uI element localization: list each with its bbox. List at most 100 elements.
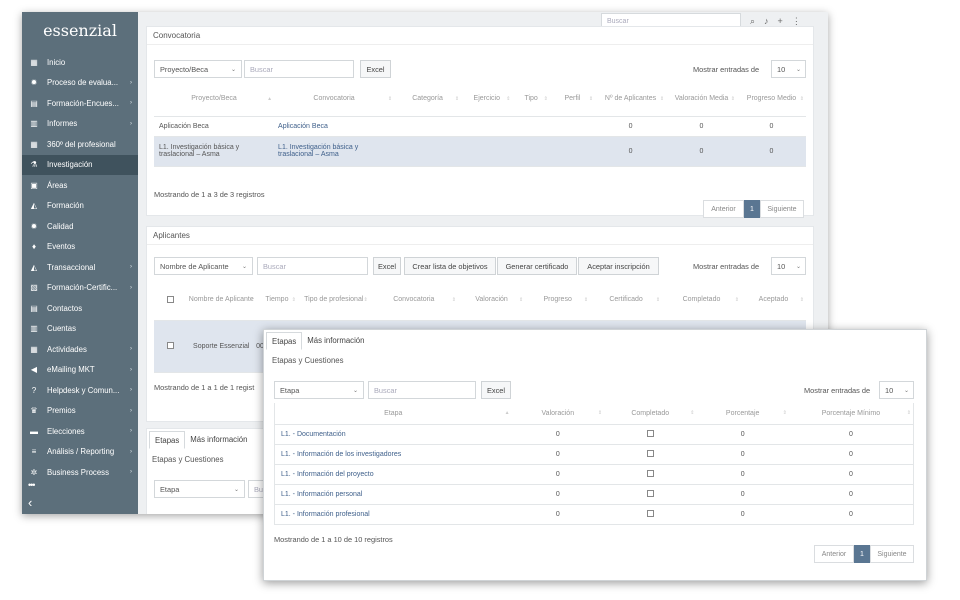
table-row[interactable]: L1. - Documentación 0 0 0 — [274, 424, 914, 445]
sidebar-item-investigacion[interactable]: ⚗ Investigación — [22, 154, 138, 175]
tab-etapas[interactable]: Etapas — [149, 431, 186, 449]
column-header-aceptado[interactable]: Aceptado ⇕ — [740, 280, 806, 321]
column-header-tipo-de-profesional[interactable]: Tipo de profesional ⇕ — [297, 280, 370, 321]
convocatoria-search-input[interactable]: Buscar — [244, 60, 354, 78]
sidebar-item-label: Análisis / Reporting — [47, 447, 115, 457]
sidebar-item-calidad[interactable]: ✹ Calidad — [22, 216, 138, 237]
sidebar-item-elecciones[interactable]: ▬ Elecciones › — [22, 421, 138, 442]
next-page-button[interactable]: Siguiente — [760, 200, 804, 218]
sidebar-item-eventos[interactable]: ♦ Eventos — [22, 237, 138, 258]
column-header-progreso-medio[interactable]: Progreso Medio ⇕ — [737, 82, 806, 117]
select-all-checkbox[interactable] — [166, 296, 174, 304]
convocatoria-entries-select[interactable]: 10 ⌄ — [771, 60, 806, 78]
next-page-button[interactable]: Siguiente — [870, 545, 914, 563]
etapas-filter-select[interactable]: Etapa ⌄ — [274, 381, 364, 399]
column-header-valoracion[interactable]: Valoración ⇕ — [511, 403, 605, 425]
sidebar-item-formacion-certific[interactable]: ▧ Formación-Certific... › — [22, 278, 138, 299]
column-header-completado[interactable]: Completado ⇕ — [604, 403, 697, 425]
sidebar-item-actividades[interactable]: ▦ Actividades › — [22, 339, 138, 360]
table-row[interactable]: L1. - Información profesional 0 0 0 — [274, 504, 914, 525]
cell-valoracion: 0 — [511, 504, 605, 525]
cell-convocatoria-link[interactable]: Aplicación Beca — [274, 116, 395, 137]
column-header-perfil[interactable]: Perfil ⇕ — [549, 82, 596, 117]
sidebar-item-areas[interactable]: ▣ Áreas — [22, 175, 138, 196]
bell-icon[interactable]: ♪ — [764, 16, 769, 26]
tab-mas-informacion[interactable]: Más información — [185, 431, 252, 449]
table-row[interactable]: Aplicación Beca Aplicación Beca 0 0 0 — [154, 116, 806, 137]
sidebar-item-helpdesk-y-comun[interactable]: ? Helpdesk y Comun... › — [22, 380, 138, 401]
convocatoria-excel-button[interactable]: Excel — [360, 60, 391, 78]
cell-etapa-link[interactable]: L1. - Información del proyecto — [274, 464, 512, 485]
page-1-button[interactable]: 1 — [854, 545, 870, 563]
sidebar-item-premios[interactable]: ♛ Premios › — [22, 401, 138, 422]
sidebar-item-proceso-de-evalua[interactable]: ✹ Proceso de evalua... › — [22, 73, 138, 94]
cell-etapa-link[interactable]: L1. - Información profesional — [274, 504, 512, 525]
table-row[interactable]: L1. - Información personal 0 0 0 — [274, 484, 914, 505]
plus-icon[interactable]: + — [778, 16, 783, 26]
etapas-entries-select[interactable]: 10 ⌄ — [879, 381, 914, 399]
column-header-certificado[interactable]: Certificado ⇕ — [590, 280, 663, 321]
column-header-valoracion[interactable]: Valoración ⇕ — [457, 280, 526, 321]
etapas-background-filter-select[interactable]: Etapa ⌄ — [154, 480, 245, 498]
cell-etapa-link[interactable]: L1. - Información de los investigadores — [274, 444, 512, 465]
completed-checkbox[interactable] — [646, 450, 654, 458]
tab-etapas[interactable]: Etapas — [266, 332, 303, 350]
column-header-categoria[interactable]: Categoría ⇕ — [394, 82, 462, 117]
column-header-progreso[interactable]: Progreso ⇕ — [525, 280, 591, 321]
sidebar-item-cuentas[interactable]: ▥ Cuentas — [22, 319, 138, 340]
column-header-completado[interactable]: Completado ⇕ — [662, 280, 741, 321]
column-header-n-de-aplicantes[interactable]: Nº de Aplicantes ⇕ — [595, 82, 667, 117]
column-header-porcentaje[interactable]: Porcentaje ⇕ — [696, 403, 789, 425]
page-1-button[interactable]: 1 — [744, 200, 760, 218]
accept-inscription-button[interactable]: Aceptar inscripción — [578, 257, 659, 275]
table-row[interactable]: L1. - Información de los investigadores 0… — [274, 444, 914, 465]
completed-checkbox[interactable] — [646, 510, 654, 518]
row-checkbox[interactable] — [166, 342, 174, 350]
aplicantes-filter-select[interactable]: Nombre de Aplicante ⌄ — [154, 257, 253, 275]
sidebar-item-360-del-profesional[interactable]: ▦ 360º del profesional — [22, 134, 138, 155]
sidebar-item-analisis-reporting[interactable]: ≡ Análisis / Reporting › — [22, 442, 138, 463]
generate-certificate-button[interactable]: Generar certificado — [497, 257, 577, 275]
column-header-proyecto-beca[interactable]: Proyecto/Beca ▲ — [154, 82, 275, 117]
sidebar-item-inicio[interactable]: ▦ Inicio — [22, 52, 138, 73]
prev-page-button[interactable]: Anterior — [703, 200, 744, 218]
create-target-list-button[interactable]: Crear lista de objetivos — [404, 257, 496, 275]
sidebar-item-formacion[interactable]: ◭ Formación — [22, 196, 138, 217]
kebab-menu-icon[interactable]: ⋮ — [792, 16, 801, 27]
table-row[interactable]: L1. Investigación básica y traslacional … — [154, 136, 806, 167]
prev-page-button[interactable]: Anterior — [814, 545, 854, 563]
completed-checkbox[interactable] — [646, 430, 654, 438]
table-row[interactable]: L1. - Información del proyecto 0 0 0 — [274, 464, 914, 485]
etapas-excel-button[interactable]: Excel — [481, 381, 511, 399]
sidebar-item-business-process[interactable]: ✲ Business Process › — [22, 462, 138, 483]
column-header-ejercicio[interactable]: Ejercicio ⇕ — [461, 82, 513, 117]
cell-etapa-link[interactable]: L1. - Información personal — [274, 484, 512, 505]
aplicantes-excel-button[interactable]: Excel — [373, 257, 401, 275]
cell-convocatoria-link[interactable]: L1. Investigación básica y traslacional … — [274, 136, 395, 167]
completed-checkbox[interactable] — [646, 490, 654, 498]
sidebar-item-emailing-mkt[interactable]: ◀ eMailing MKT › — [22, 360, 138, 381]
more-icon[interactable]: ••• — [28, 480, 36, 490]
sidebar-item-formacion-encues[interactable]: ▤ Formación-Encues... › — [22, 93, 138, 114]
column-header-nombre-de-aplicante[interactable]: Nombre de Aplicante ▲ — [186, 280, 257, 321]
sidebar-item-informes[interactable]: ▥ Informes › — [22, 114, 138, 135]
aplicantes-entries-select[interactable]: 10 ⌄ — [771, 257, 806, 275]
cell-etapa-link[interactable]: L1. - Documentación — [274, 424, 512, 445]
sidebar-item-transaccional[interactable]: ◭ Transaccional › — [22, 257, 138, 278]
column-header-valoracion-media[interactable]: Valoración Media ⇕ — [666, 82, 737, 117]
app-logo[interactable]: essenzial — [22, 12, 138, 52]
completed-checkbox[interactable] — [646, 470, 654, 478]
tab-mas-informacion[interactable]: Más información — [302, 332, 369, 350]
column-header-porcentaje-minimo[interactable]: Porcentaje Mínimo ⇕ — [788, 403, 914, 425]
collapse-sidebar-icon[interactable]: ‹ — [28, 495, 32, 510]
search-icon[interactable]: ⌕ — [750, 16, 755, 27]
sidebar-item-contactos[interactable]: ▤ Contactos — [22, 298, 138, 319]
column-header-etapa[interactable]: Etapa ▲ — [274, 403, 512, 425]
column-header-convocatoria[interactable]: Convocatoria ⇕ — [369, 280, 458, 321]
aplicantes-search-input[interactable]: Buscar — [257, 257, 368, 275]
etapas-search-input[interactable]: Buscar — [368, 381, 476, 399]
column-header-convocatoria[interactable]: Convocatoria ⇕ — [274, 82, 395, 117]
column-header-tiempo[interactable]: Tiempo ⇕ — [256, 280, 298, 321]
convocatoria-filter-select[interactable]: Proyecto/Beca ⌄ — [154, 60, 242, 78]
column-header-tipo[interactable]: Tipo ⇕ — [512, 82, 550, 117]
